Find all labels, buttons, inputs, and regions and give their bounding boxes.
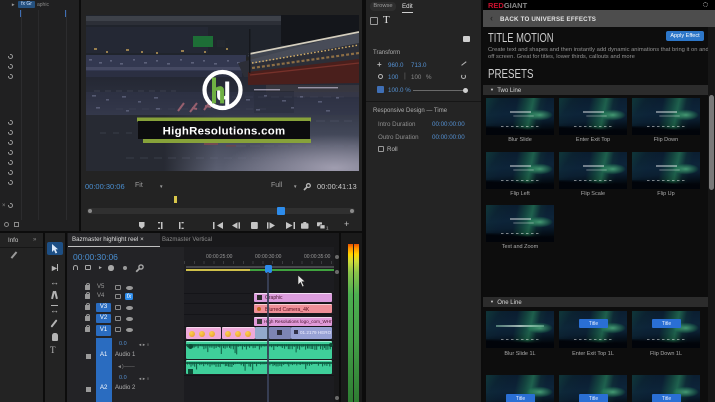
svg-text:1: 1: [326, 226, 329, 230]
svg-text:HighResolutions.com: HighResolutions.com: [163, 126, 286, 138]
